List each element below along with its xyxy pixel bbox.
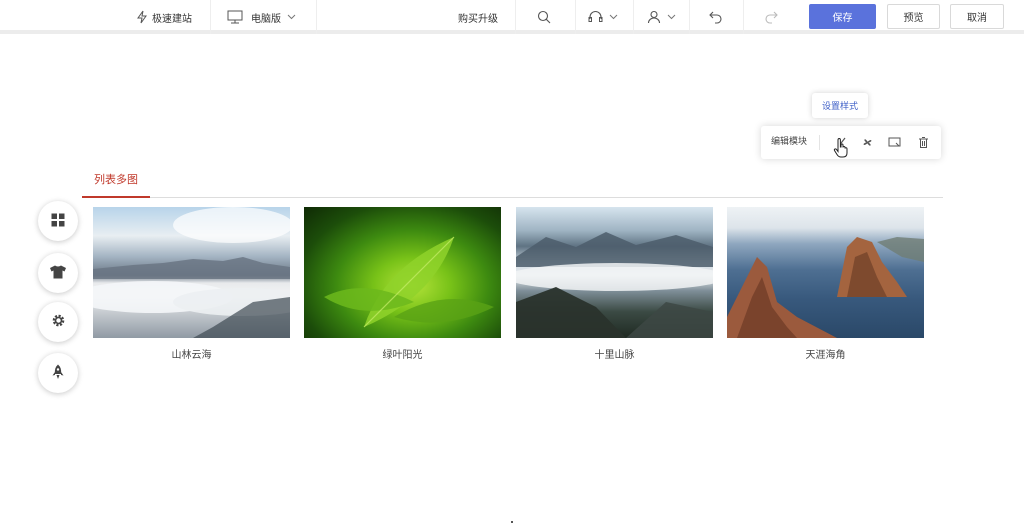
preview-button[interactable]: 预览: [887, 4, 940, 29]
redo-icon: [764, 10, 778, 24]
gallery-caption: 山林云海: [171, 350, 212, 361]
top-toolbar: 极速建站 电脑版 购买升级 保存 预览 取消: [0, 0, 1024, 34]
module-settings-button[interactable]: [888, 136, 901, 149]
animation-button[interactable]: [861, 136, 874, 149]
account-button[interactable]: [647, 0, 676, 34]
divider: [515, 0, 516, 34]
user-icon: [647, 10, 661, 24]
settings-button[interactable]: [38, 302, 78, 342]
divider: [316, 0, 317, 34]
gallery-caption: 十里山脉: [594, 350, 635, 361]
tab-list-multi-image[interactable]: 列表多图: [82, 168, 150, 198]
support-button[interactable]: [588, 0, 618, 34]
trash-icon: [917, 137, 930, 152]
set-style-tooltip: 设置样式: [812, 93, 868, 118]
redo-button[interactable]: [764, 0, 778, 34]
undo-icon: [709, 10, 723, 24]
publish-button[interactable]: [38, 353, 78, 393]
divider: [210, 0, 211, 34]
gallery-caption: 绿叶阳光: [382, 350, 423, 361]
gear-icon: [51, 313, 66, 331]
cancel-button[interactable]: 取消: [950, 4, 1004, 29]
shirt-icon: [49, 265, 67, 282]
hand-pointer-icon: [833, 137, 849, 158]
pinwheel-icon: [861, 138, 874, 152]
decorative-dot: [511, 521, 513, 523]
device-label: 电脑版: [251, 13, 281, 25]
gallery-image-mountain-range[interactable]: [516, 207, 713, 338]
divider: [743, 0, 744, 34]
quick-build-button[interactable]: 极速建站: [137, 0, 192, 34]
chevron-down-icon: [287, 12, 296, 23]
divider: [689, 0, 690, 34]
screen-edit-icon: [888, 137, 901, 152]
gallery-image-mountain-clouds[interactable]: [93, 207, 290, 338]
tab-bar: 列表多图: [82, 168, 943, 198]
chevron-down-icon: [609, 12, 618, 23]
headset-icon: [588, 10, 603, 24]
upgrade-button[interactable]: 购买升级: [458, 0, 498, 34]
gallery-image-green-leaves[interactable]: [304, 207, 501, 338]
grid-icon: [51, 213, 65, 230]
modules-button[interactable]: [38, 201, 78, 241]
rocket-icon: [51, 364, 65, 383]
undo-button[interactable]: [709, 0, 723, 34]
theme-button[interactable]: [38, 253, 78, 293]
search-button[interactable]: [537, 0, 551, 34]
quick-build-label: 极速建站: [152, 13, 192, 25]
delete-button[interactable]: [917, 136, 930, 149]
lightning-icon: [137, 10, 147, 24]
gallery-image-sea-rocks[interactable]: [727, 207, 924, 338]
divider: [633, 0, 634, 34]
search-icon: [537, 10, 551, 24]
edit-module-button[interactable]: 编辑模块: [771, 126, 807, 159]
divider: [575, 0, 576, 34]
chevron-down-icon: [667, 12, 676, 23]
gallery-caption: 天涯海角: [805, 350, 846, 361]
save-button[interactable]: 保存: [809, 4, 876, 29]
monitor-icon: [227, 10, 243, 24]
divider: [819, 135, 820, 150]
module-toolbar: 编辑模块: [761, 126, 941, 159]
device-select[interactable]: 电脑版: [227, 0, 296, 34]
